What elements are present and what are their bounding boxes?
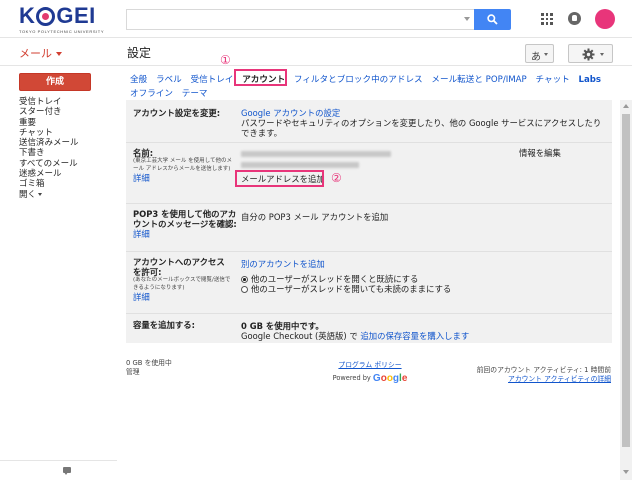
- edit-info-link[interactable]: 情報を編集: [519, 148, 561, 158]
- program-policies-link[interactable]: プログラム ポリシー: [327, 359, 413, 369]
- storage-usage: 0 GB を使用中です。: [241, 321, 324, 331]
- google-logo: Google: [372, 373, 408, 384]
- top-bar: K GEI TOKYO POLYTECHNIC UNIVERSITY: [0, 0, 632, 38]
- chevron-down-icon: [38, 192, 43, 196]
- row-label: 容量を追加する:: [133, 320, 195, 330]
- search-button[interactable]: [474, 9, 511, 30]
- search-input[interactable]: [126, 9, 474, 30]
- row-note: (あなたのメールボックスで閲覧/送信できるようになります): [133, 277, 231, 291]
- tab-themes[interactable]: テーマ: [182, 87, 208, 99]
- settings-row-grant-access: アカウントへのアクセスを許可: (あなたのメールボックスで閲覧/送信できるように…: [126, 251, 612, 313]
- sidebar-item-important[interactable]: 重要: [19, 118, 79, 128]
- account-avatar[interactable]: [595, 9, 615, 29]
- google-account-settings-link[interactable]: Google アカウントの設定: [241, 108, 340, 118]
- activity-detail-link[interactable]: アカウント アクティビティの詳細: [468, 375, 611, 384]
- sidebar-item-chats[interactable]: チャット: [19, 128, 79, 138]
- storage-usage-footer: 0 GB を使用中: [126, 359, 172, 367]
- footer-center: プログラム ポリシー Powered by Google: [327, 359, 413, 384]
- tab-general[interactable]: 全般: [130, 73, 147, 85]
- settings-row-change-account: アカウント設定を変更: Google アカウントの設定 パスワードやセキュリティ…: [126, 100, 612, 142]
- scrollbar[interactable]: [620, 100, 632, 480]
- row-label: 名前:: [133, 148, 154, 158]
- page-title: 設定: [127, 46, 152, 60]
- manage-storage-link[interactable]: 管理: [126, 368, 172, 377]
- tab-forwarding-pop-imap[interactable]: メール転送と POP/IMAP: [431, 73, 526, 85]
- gear-icon: [582, 48, 595, 61]
- annotation-marker-2: ②: [331, 171, 342, 185]
- apps-grid-icon[interactable]: [541, 13, 553, 25]
- chevron-down-icon: [600, 53, 604, 56]
- add-another-account-link[interactable]: 別のアカウントを追加: [241, 259, 325, 269]
- name-detail-link[interactable]: 詳細: [133, 173, 150, 183]
- redacted-email: [241, 151, 391, 157]
- row-label: アカウントへのアクセスを許可:: [133, 257, 225, 277]
- annotation-marker-1: ①: [220, 53, 231, 67]
- settings-tabs-row2: オフライン テーマ: [130, 87, 214, 99]
- settings-tabs: 全般 ラベル 受信トレイ アカウント フィルタとブロック中のアドレス メール転送…: [130, 73, 607, 85]
- row-note: (東京工芸大学 メール を使用して他のメール アドレスからメールを送信します): [133, 158, 232, 172]
- notifications-icon[interactable]: [568, 12, 581, 25]
- left-bottom-bar: [0, 460, 117, 480]
- footer-storage: 0 GB を使用中 管理: [126, 359, 172, 377]
- scroll-thumb[interactable]: [622, 114, 630, 447]
- sidebar-item-trash[interactable]: ゴミ箱: [19, 179, 79, 189]
- search-icon: [487, 14, 498, 25]
- accounts-tab-highlight: [234, 69, 287, 86]
- accounts-settings-panel: アカウント設定を変更: Google アカウントの設定 パスワードやセキュリティ…: [126, 100, 612, 343]
- tab-offline[interactable]: オフライン: [130, 87, 173, 99]
- radio-selected[interactable]: [241, 276, 248, 283]
- tab-chat[interactable]: チャット: [535, 73, 569, 85]
- radio-unselected[interactable]: [241, 286, 248, 293]
- tab-filters[interactable]: フィルタとブロック中のアドレス: [294, 73, 423, 85]
- redacted-email: [241, 162, 359, 168]
- add-pop3-account-link[interactable]: 自分の POP3 メール アカウントを追加: [241, 212, 388, 222]
- scroll-up-icon[interactable]: [623, 104, 629, 108]
- buy-storage-link[interactable]: 追加の保存容量を購入します: [360, 331, 469, 341]
- university-logo[interactable]: K GEI TOKYO POLYTECHNIC UNIVERSITY: [19, 4, 107, 35]
- tab-labels[interactable]: ラベル: [156, 73, 182, 85]
- add-address-highlight: [235, 170, 324, 187]
- mail-menu-dropdown[interactable]: メール: [19, 45, 62, 61]
- access-detail-link[interactable]: 詳細: [133, 292, 150, 302]
- account-settings-description: パスワードやセキュリティのオプションを変更したり、他の Google サービスに…: [241, 118, 602, 138]
- chat-icon[interactable]: [63, 467, 71, 475]
- tab-inbox[interactable]: 受信トレイ: [190, 73, 233, 85]
- chevron-down-icon: [56, 52, 62, 56]
- last-activity: 前回のアカウント アクティビティ: 1 時間前: [476, 366, 611, 374]
- sidebar-nav: 受信トレイ スター付き 重要 チャット 送信済みメール 下書き すべてのメール …: [19, 97, 79, 200]
- row-label: アカウント設定を変更:: [133, 108, 221, 118]
- scroll-down-icon[interactable]: [623, 470, 629, 474]
- unread-mark-option[interactable]: 他のユーザーがスレッドを開いても未読のままにする: [241, 284, 607, 294]
- sidebar-item-drafts[interactable]: 下書き: [19, 148, 79, 158]
- logo-o-mark: [36, 6, 56, 26]
- footer-activity: 前回のアカウント アクティビティ: 1 時間前 アカウント アクティビティの詳細: [468, 366, 611, 384]
- pop3-detail-link[interactable]: 詳細: [133, 229, 150, 239]
- sidebar-item-inbox[interactable]: 受信トレイ: [19, 97, 79, 107]
- sidebar-item-more[interactable]: 開く: [19, 190, 79, 200]
- sidebar-item-sent[interactable]: 送信済みメール: [19, 138, 79, 148]
- tab-labs[interactable]: Labs: [579, 75, 602, 85]
- settings-row-name: 名前: (東京工芸大学 メール を使用して他のメール アドレスからメールを送信し…: [126, 142, 612, 203]
- chevron-down-icon: [544, 53, 548, 56]
- settings-row-storage: 容量を追加する: 0 GB を使用中です。 Google Checkout (英…: [126, 313, 612, 343]
- sidebar-item-spam[interactable]: 迷惑メール: [19, 169, 79, 179]
- row-label: POP3 を使用して他のアカウントのメッセージを確認:: [133, 209, 237, 229]
- sidebar-item-all-mail[interactable]: すべてのメール: [19, 159, 79, 169]
- sidebar-item-starred[interactable]: スター付き: [19, 107, 79, 117]
- input-tools-button[interactable]: あ: [525, 44, 554, 63]
- settings-gear-button[interactable]: [568, 44, 613, 63]
- search-options-dropdown-icon[interactable]: [464, 17, 470, 21]
- compose-button[interactable]: 作成: [19, 73, 91, 91]
- settings-row-pop3: POP3 を使用して他のアカウントのメッセージを確認: 詳細 自分の POP3 …: [126, 203, 612, 251]
- read-mark-option[interactable]: 他のユーザーがスレッドを開くと既読にする: [241, 274, 607, 284]
